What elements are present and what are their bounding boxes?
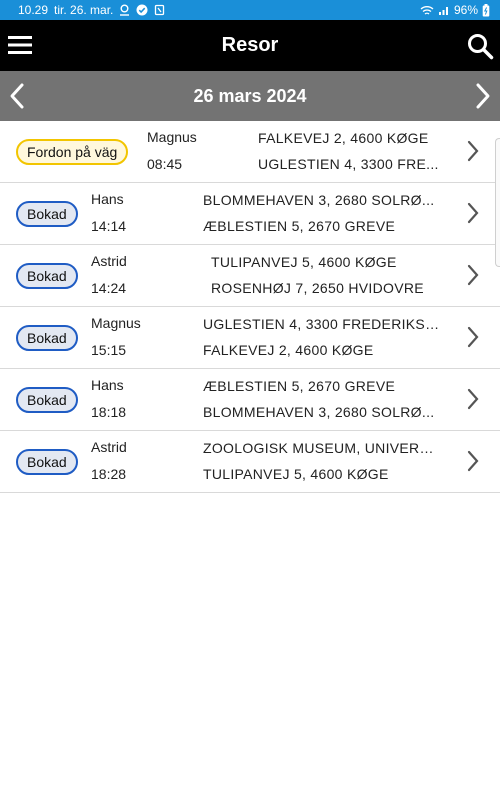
passenger-name: Hans	[91, 191, 124, 207]
chevron-right-icon	[467, 326, 479, 348]
chevron-right-icon	[467, 450, 479, 472]
check-circle-icon	[136, 4, 148, 16]
status-badge: Bokad	[16, 448, 78, 475]
from-address: UGLESTIEN 4, 3300 FREDERIKSV...	[203, 316, 443, 332]
status-date: tir. 26. mar.	[54, 3, 114, 17]
battery-icon	[482, 3, 490, 16]
app-bar: Resor	[0, 20, 500, 71]
status-bar: 10.29 tir. 26. mar. 96%	[0, 0, 500, 20]
current-date: 26 mars 2024	[193, 86, 307, 106]
trip-time: 14:14	[91, 218, 127, 234]
trip-row[interactable]: Bokad Hans 14:14 BLOMMEHAVEN 3, 2680 SOL…	[0, 183, 500, 245]
status-badge: Bokad	[16, 386, 78, 413]
trip-row[interactable]: Fordon på väg Magnus 08:45 FALKEVEJ 2, 4…	[0, 121, 500, 183]
trip-row[interactable]: Bokad Magnus 15:15 UGLESTIEN 4, 3300 FRE…	[0, 307, 500, 369]
status-badge: Fordon på väg	[16, 138, 129, 165]
passenger-name: Magnus	[147, 129, 197, 145]
location-icon	[120, 4, 130, 16]
sync-icon	[155, 4, 165, 16]
chevron-right-icon	[467, 264, 479, 286]
from-address: TULIPANVEJ 5, 4600 KØGE	[211, 254, 397, 270]
trip-row[interactable]: Bokad Astrid 14:24 TULIPANVEJ 5, 4600 KØ…	[0, 245, 500, 307]
to-address: ÆBLESTIEN 5, 2670 GREVE	[203, 218, 396, 234]
to-address: TULIPANVEJ 5, 4600 KØGE	[203, 466, 389, 482]
trip-time: 08:45	[147, 156, 183, 172]
from-address: BLOMMEHAVEN 3, 2680 SOLRØ...	[203, 192, 435, 208]
to-address: ROSENHØJ 7, 2650 HVIDOVRE	[211, 280, 424, 296]
trip-row[interactable]: Bokad Astrid 18:28 ZOOLOGISK MUSEUM, UNI…	[0, 431, 500, 493]
chevron-right-icon	[467, 140, 479, 162]
from-address: ZOOLOGISK MUSEUM, UNIVERSI...	[203, 440, 443, 456]
page-title: Resor	[221, 34, 279, 56]
battery-percent: 96%	[453, 3, 478, 17]
scrollbar[interactable]	[495, 138, 500, 267]
to-address: FALKEVEJ 2, 4600 KØGE	[203, 342, 374, 358]
date-navigation: 26 mars 2024	[0, 71, 500, 121]
status-badge: Bokad	[16, 200, 78, 227]
wifi-icon	[420, 5, 434, 15]
chevron-right-icon[interactable]	[468, 82, 496, 110]
search-icon[interactable]	[466, 32, 494, 60]
to-address: UGLESTIEN 4, 3300 FRE...	[258, 156, 439, 172]
status-time: 10.29	[18, 3, 49, 17]
passenger-name: Magnus	[91, 315, 141, 331]
from-address: FALKEVEJ 2, 4600 KØGE	[258, 130, 429, 146]
trip-time: 15:15	[91, 342, 127, 358]
status-badge: Bokad	[16, 262, 78, 289]
from-address: ÆBLESTIEN 5, 2670 GREVE	[203, 378, 396, 394]
to-address: BLOMMEHAVEN 3, 2680 SOLRØ...	[203, 404, 435, 420]
signal-icon	[438, 6, 448, 15]
trip-list: Fordon på väg Magnus 08:45 FALKEVEJ 2, 4…	[0, 121, 500, 493]
passenger-name: Astrid	[91, 253, 127, 269]
status-badge: Bokad	[16, 324, 78, 351]
passenger-name: Astrid	[91, 439, 127, 455]
chevron-right-icon	[467, 202, 479, 224]
chevron-right-icon	[467, 388, 479, 410]
trip-time: 14:24	[91, 280, 127, 296]
passenger-name: Hans	[91, 377, 124, 393]
trip-time: 18:28	[91, 466, 127, 482]
trip-row[interactable]: Bokad Hans 18:18 ÆBLESTIEN 5, 2670 GREVE…	[0, 369, 500, 431]
trip-time: 18:18	[91, 404, 127, 420]
